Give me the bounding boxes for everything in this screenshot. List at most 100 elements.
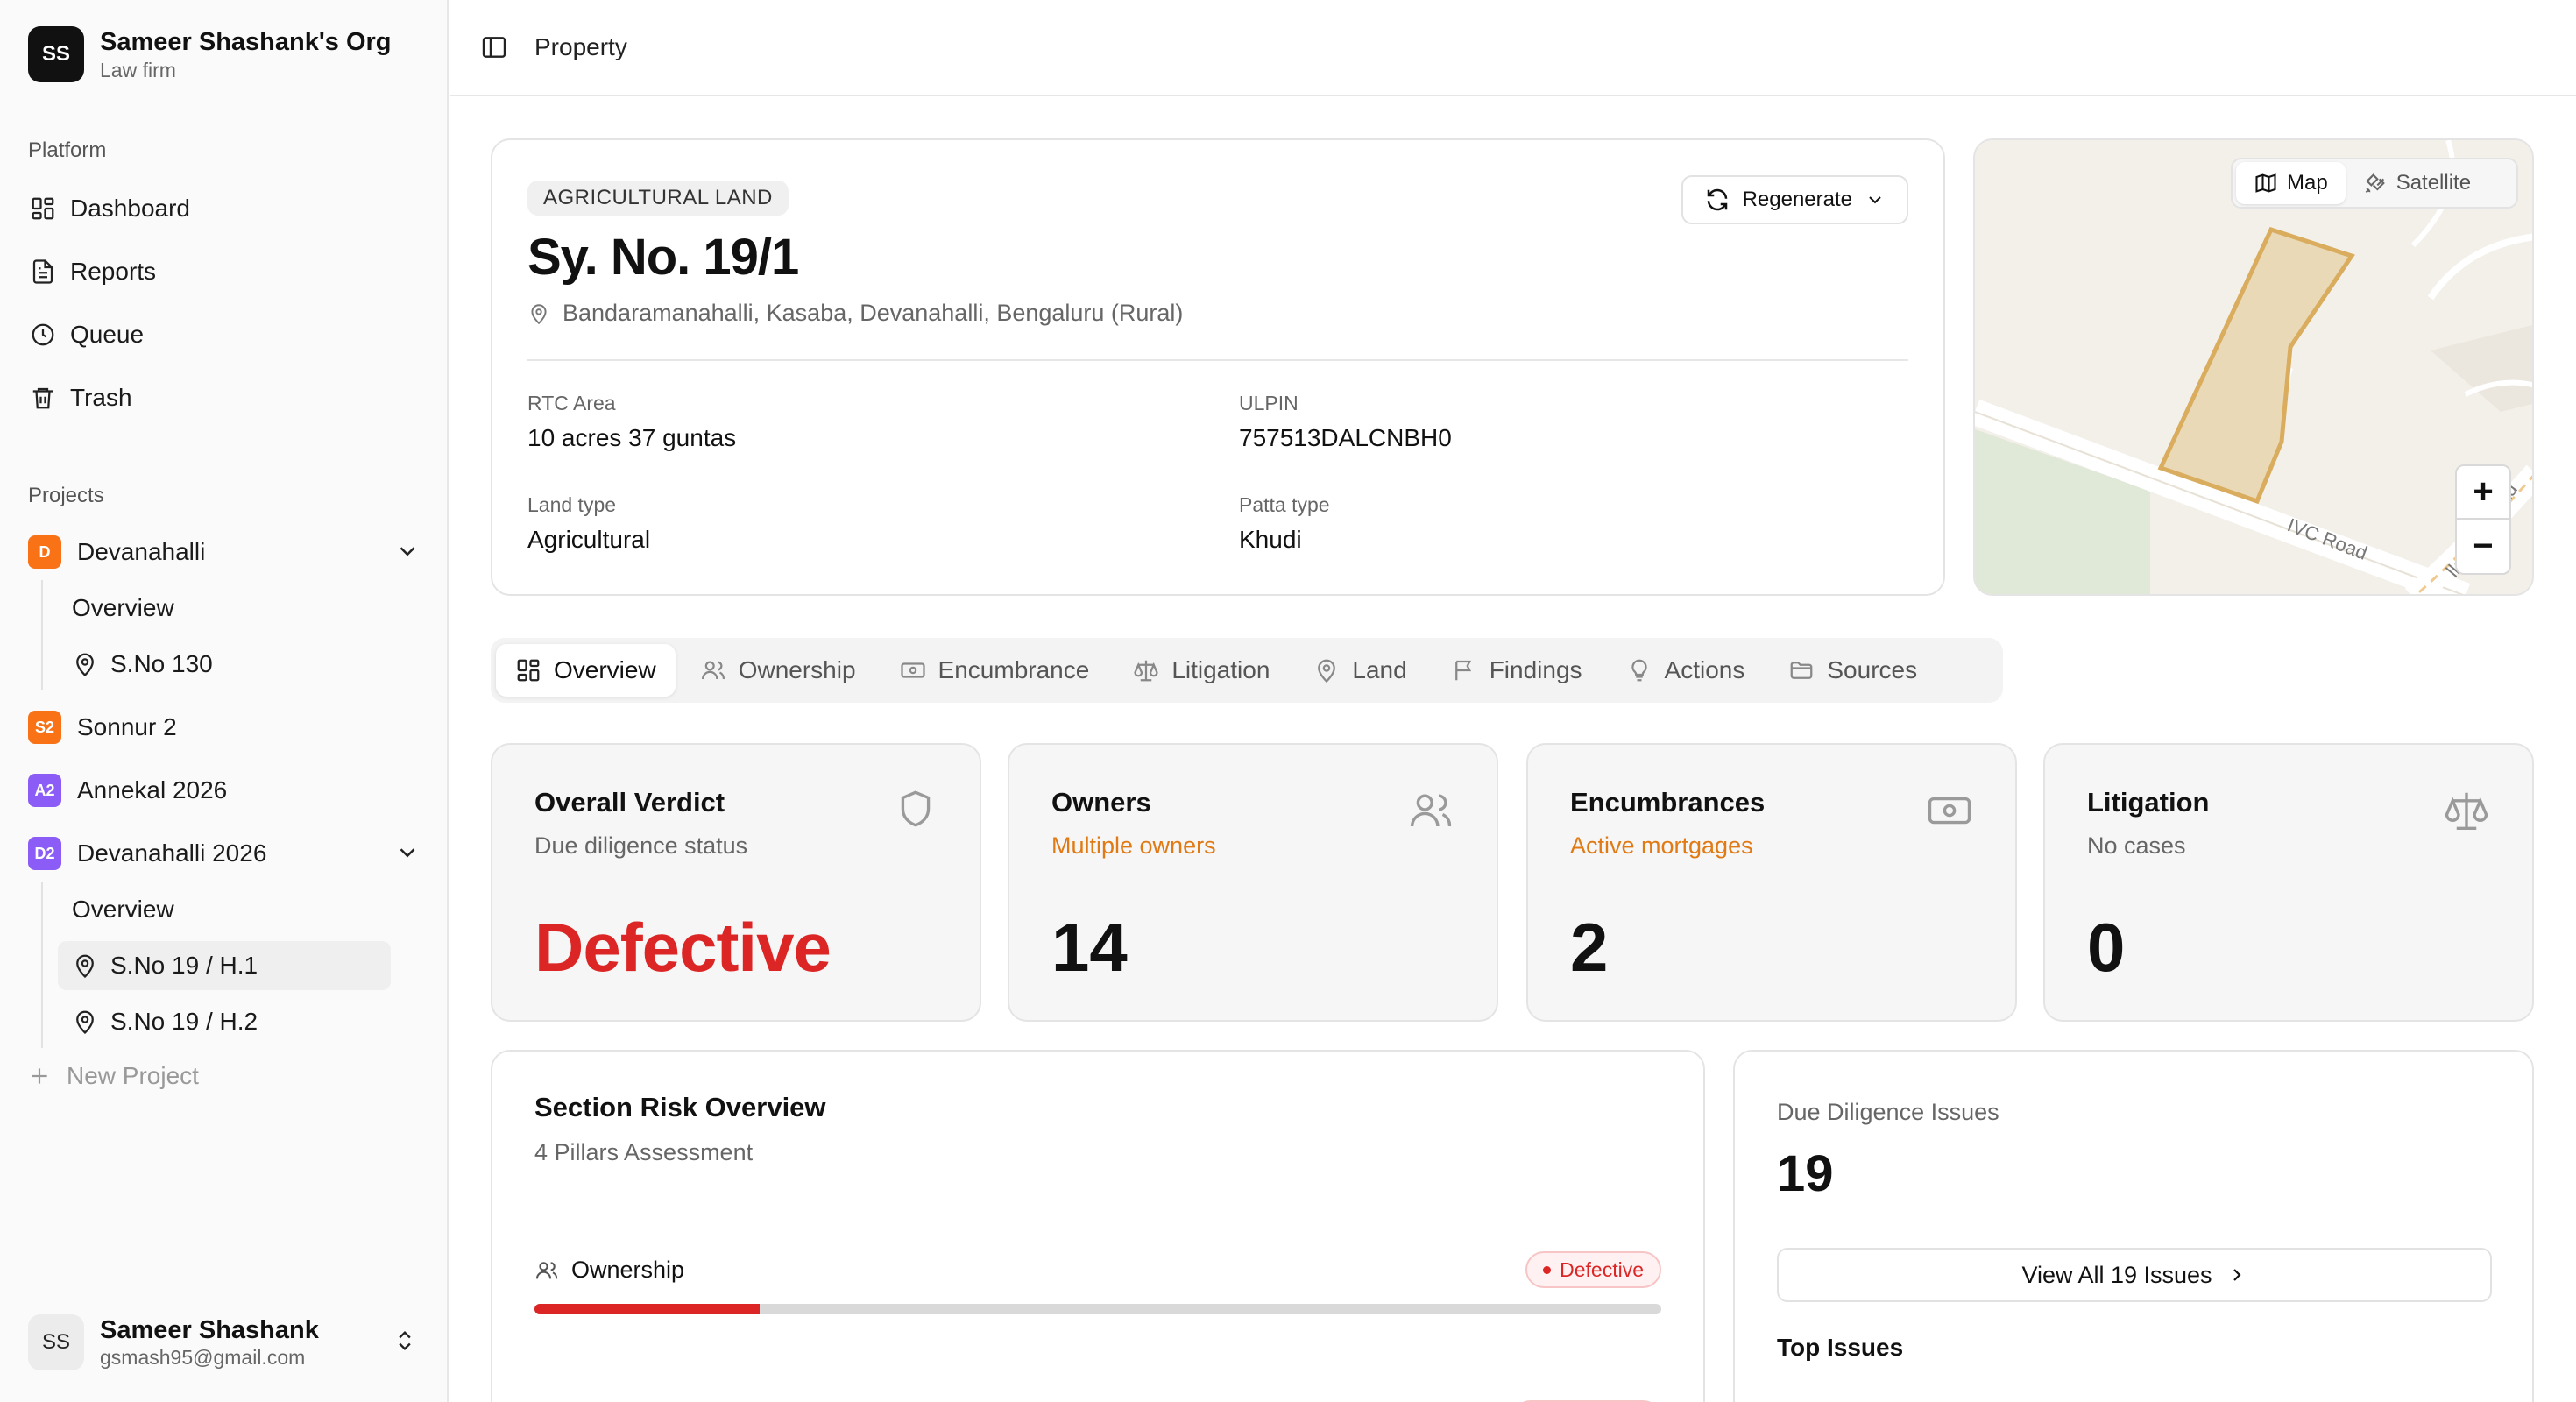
project-item-overview[interactable]: Overview [58,885,391,934]
map-pin-icon [72,952,98,979]
tree-line [41,882,43,1048]
status-badge: Defective [1525,1251,1661,1288]
stat-title: Overall Verdict [534,787,725,818]
tab-encumbrance[interactable]: Encumbrance [881,644,1109,697]
stat-subtitle: Due diligence status [534,832,748,859]
satellite-view-button[interactable]: Satellite [2346,162,2488,204]
regenerate-button[interactable]: Regenerate [1681,175,1908,224]
land-type-field: Land type Agricultural [527,492,650,554]
property-title: Sy. No. 19/1 [527,229,799,286]
tab-label: Overview [554,656,656,683]
map-view-button[interactable]: Map [2236,162,2346,204]
project-badge: D [28,535,61,569]
map-pin-icon [72,651,98,677]
section-title: Section Risk Overview [534,1092,826,1122]
project-item-sno-19-h2[interactable]: S.No 19 / H.2 [58,997,391,1046]
project-annekal-2026[interactable]: A2 Annekal 2026 [28,766,421,815]
zoom-out-button[interactable]: − [2457,520,2509,573]
stat-subtitle: Active mortgages [1570,832,1753,859]
tab-overview[interactable]: Overview [496,644,676,697]
rtc-area-field: RTC Area 10 acres 37 guntas [527,391,736,452]
tab-label: Ownership [738,656,856,683]
user-menu[interactable]: SS Sameer Shashank gsmash95@gmail.com [28,1314,422,1370]
field-label: Land type [527,493,617,516]
project-badge: S2 [28,711,61,744]
sidebar-item-trash[interactable]: Trash [28,373,421,422]
map-pin-icon [72,1009,98,1035]
owners-count: 14 [1051,909,1128,986]
flag-icon [1451,657,1477,683]
field-value: 10 acres 37 guntas [527,424,737,451]
due-diligence-issues-card: Due Diligence Issues 19 View All 19 Issu… [1733,1050,2534,1402]
chevrons-up-down-icon [393,1328,417,1353]
banknote-icon [1926,787,1973,834]
tab-sources[interactable]: Sources [1769,644,1936,697]
patta-type-field: Patta type Khudi [1239,492,1330,554]
tab-findings[interactable]: Findings [1432,644,1602,697]
lightbulb-icon [1626,657,1652,683]
verdict-value: Defective [534,909,832,986]
tab-litigation[interactable]: Litigation [1114,644,1289,697]
org-switcher[interactable]: SS Sameer Shashank's Org Law firm [28,26,392,82]
sidebar-toggle-icon[interactable] [480,33,508,61]
project-label: Devanahalli 2026 [77,839,267,867]
view-all-issues-button[interactable]: View All 19 Issues [1777,1248,2492,1302]
project-item-label: S.No 19 / H.1 [110,952,258,979]
sidebar-item-reports[interactable]: Reports [28,247,421,296]
field-value: 757513DALCNBH0 [1239,424,1452,451]
risk-row-label: Ownership [571,1257,685,1283]
tab-ownership[interactable]: Ownership [681,644,875,697]
user-email: gsmash95@gmail.com [100,1346,306,1369]
map-pin-icon [527,302,550,325]
new-project-button[interactable]: New Project [28,1062,199,1090]
field-value: Khudi [1239,526,1302,553]
org-avatar: SS [28,26,84,82]
sidebar-item-label: Reports [70,258,157,285]
regenerate-label: Regenerate [1742,188,1852,211]
project-badge: A2 [28,774,61,807]
org-subtitle: Law firm [100,59,176,81]
project-item-label: Overview [72,896,174,923]
view-all-label: View All 19 Issues [2021,1261,2212,1288]
users-icon [700,657,726,683]
project-label: Sonnur 2 [77,713,177,740]
zoom-control: + − [2455,464,2511,575]
field-label: Patta type [1239,493,1330,516]
scale-icon [2443,787,2490,834]
encumbrances-count: 2 [1570,909,1609,986]
project-devanahalli-2026[interactable]: D2 Devanahalli 2026 [28,829,421,878]
section-subtitle: 4 Pillars Assessment [534,1139,754,1165]
project-label: Annekal 2026 [77,776,228,804]
sidebar: SS Sameer Shashank's Org Law firm Platfo… [0,0,449,1402]
zoom-in-button[interactable]: + [2457,466,2509,520]
users-icon [534,1258,559,1283]
overall-verdict-card: Overall Verdict Due diligence status Def… [491,743,981,1022]
project-item-sno-19-h1[interactable]: S.No 19 / H.1 [58,941,391,990]
chevron-right-icon [2226,1264,2247,1285]
project-item-sno-130[interactable]: S.No 130 [58,640,391,689]
field-label: ULPIN [1239,392,1299,414]
plus-icon [28,1065,51,1087]
owners-card: Owners Multiple owners 14 [1008,743,1498,1022]
sidebar-item-dashboard[interactable]: Dashboard [28,184,421,233]
project-devanahalli[interactable]: D Devanahalli [28,528,421,577]
map-canvas[interactable]: IVC Road ad lla [1975,140,2534,596]
sidebar-item-queue[interactable]: Queue [28,310,421,359]
chevron-down-icon [1865,189,1886,210]
tab-land[interactable]: Land [1294,644,1426,697]
map-card[interactable]: IVC Road ad lla Map Satellite + − [1973,138,2534,596]
refresh-icon [1704,187,1730,213]
chevron-down-icon[interactable] [394,839,421,866]
chevron-down-icon[interactable] [394,538,421,564]
encumbrances-card: Encumbrances Active mortgages 2 [1526,743,2017,1022]
stat-title: Litigation [2087,787,2210,818]
project-item-overview[interactable]: Overview [58,584,391,633]
users-icon [1407,787,1454,834]
project-sonnur-2[interactable]: S2 Sonnur 2 [28,703,421,752]
map-pin-icon [1313,657,1340,683]
tab-label: Actions [1664,656,1745,683]
trash-icon [28,383,58,413]
tab-actions[interactable]: Actions [1607,644,1765,697]
issues-count: 19 [1777,1145,1834,1202]
projects-group-label: Projects [28,484,104,507]
